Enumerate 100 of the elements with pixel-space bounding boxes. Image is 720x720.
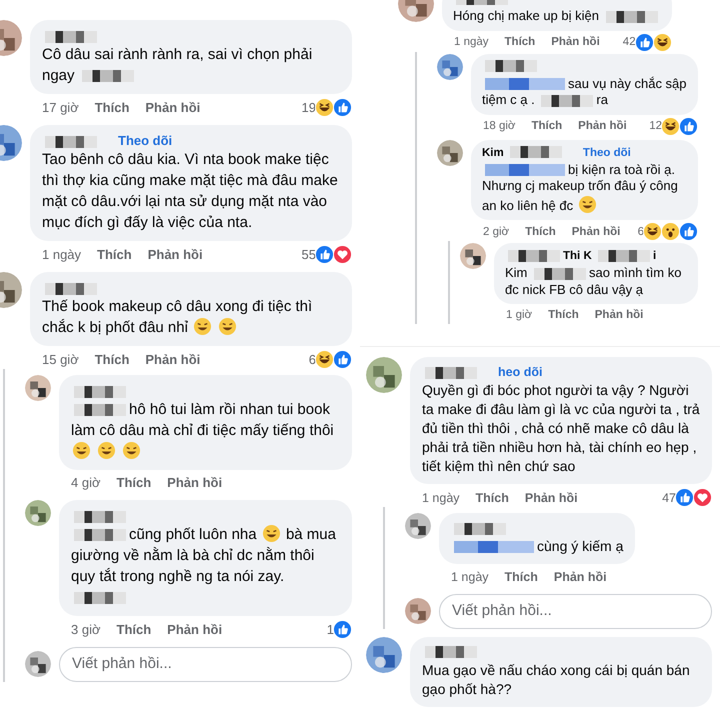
follow-link[interactable]: Theo dõi <box>118 132 172 149</box>
timestamp: 1 ngày <box>451 569 489 586</box>
like-icon <box>634 32 654 52</box>
like-link[interactable]: Thích <box>97 246 132 264</box>
like-link[interactable]: Thích <box>548 306 579 324</box>
blurred-text <box>606 10 658 23</box>
avatar <box>437 54 463 80</box>
surprised-icon <box>661 222 680 241</box>
reply-link[interactable]: Phản hồi <box>148 246 203 264</box>
like-icon <box>315 245 334 264</box>
like-icon <box>333 98 352 117</box>
like-link[interactable]: Thích <box>116 620 152 638</box>
emoji-icon <box>262 524 281 543</box>
reaction-count: 1 <box>326 620 334 638</box>
avatar <box>460 243 486 269</box>
reply-link[interactable]: Phản hồi <box>594 306 644 324</box>
reply-link[interactable]: Phản hồi <box>524 488 578 506</box>
like-icon <box>675 488 694 507</box>
like-icon <box>679 222 698 241</box>
reply-link[interactable]: Phản hồi <box>578 117 627 135</box>
reply-link[interactable]: Phản hồi <box>554 568 607 586</box>
comment-text: bị kiện ra toà rồi ạ. Nhưng cj makeup trốn đâu ý công an ko liên hệ đc <box>482 162 679 214</box>
timestamp: 1 ngày <box>422 490 460 506</box>
reply-link[interactable]: Phản hồi <box>167 620 222 638</box>
laughing-icon <box>643 222 662 241</box>
timestamp: 1 ngày <box>454 35 489 50</box>
blurred-text <box>510 146 562 158</box>
avatar <box>366 636 402 672</box>
like-link[interactable]: Thích <box>504 33 536 51</box>
reaction-count: 6 <box>638 224 644 240</box>
blurred-text <box>45 136 97 148</box>
reaction-count: 47 <box>662 490 676 506</box>
reply-field[interactable]: Viết phản hồi... <box>59 647 352 682</box>
emoji-icon <box>122 441 142 460</box>
timestamp: 4 giờ <box>71 474 100 492</box>
blurred-text <box>74 404 126 416</box>
emoji-icon <box>72 441 91 460</box>
emoji-icon <box>97 441 116 460</box>
follow-link[interactable]: heo dõi <box>498 364 542 381</box>
comment-text: Hóng chị make up bị kiện <box>453 8 661 24</box>
reply-field[interactable]: Viết phản hồi... <box>439 594 712 628</box>
blurred-text <box>74 529 126 542</box>
laughing-icon <box>652 32 672 52</box>
emoji-icon <box>193 317 212 336</box>
like-link[interactable]: Thích <box>116 474 152 492</box>
timestamp: 2 giờ <box>483 224 510 240</box>
blurred-text <box>425 646 477 658</box>
blurred-text <box>74 510 126 523</box>
comment-text: Quyền gì đi bóc phot người ta vậy ? Người ta make đi đâu làm gì là vc của người ta , trả đủ tiền thì thôi , chả có nhẽ make cô dâu là phải trả tiền nhiều hơn hà, tài chính eo hẹp , tiết kiệm thì nên chứ sao <box>422 381 700 476</box>
comment-text: sau vụ này chắc sập tiệm c ạ . ra <box>482 76 687 108</box>
laughing-icon <box>315 98 334 117</box>
timestamp: 1 ngày <box>42 246 82 264</box>
timestamp: 17 giờ <box>42 98 79 116</box>
like-link[interactable]: Thích <box>476 488 509 506</box>
like-link[interactable]: Thích <box>531 117 562 135</box>
blurred-text <box>45 30 97 43</box>
timestamp: 15 giờ <box>42 350 79 368</box>
like-link[interactable]: Thích <box>525 222 556 240</box>
avatar <box>366 357 402 393</box>
blurred-text <box>454 522 506 535</box>
emoji-icon <box>218 317 238 336</box>
avatar <box>25 651 51 678</box>
avatar <box>25 375 51 401</box>
blurred-text <box>508 250 560 262</box>
author-name: Kim <box>482 144 565 162</box>
blurred-text <box>74 386 126 398</box>
timestamp: 3 giờ <box>71 620 100 638</box>
reaction-count: 42 <box>622 35 636 50</box>
follow-link[interactable]: Theo dõi <box>582 144 631 162</box>
laughing-icon <box>315 350 334 369</box>
comment-text: cũng phốt luôn nha bà mua giường về nằm là bà chỉ dc nằm thôi quy tắt trong nghề ng ta nói zay. <box>71 524 340 608</box>
comment-text: Cô dâu sai rành rành ra, sai vì chọn phải ngay <box>42 45 314 86</box>
blurred-text <box>541 94 594 107</box>
avatar <box>437 140 463 166</box>
reply-link[interactable]: Phản hồi <box>145 350 200 368</box>
avatar <box>405 598 431 624</box>
reply-link[interactable]: Phản hồi <box>551 33 600 51</box>
author-name: Thi K i <box>505 248 656 265</box>
like-link[interactable]: Thích <box>94 350 130 368</box>
timestamp: 18 giờ <box>483 119 516 134</box>
blurred-text <box>74 592 126 604</box>
like-link[interactable]: Thích <box>94 98 130 116</box>
comment-text: Mua gạo về nấu cháo xong cái bị quán bán gạo phốt hà?? <box>422 660 691 698</box>
reply-link[interactable]: Phản hồi <box>572 222 620 240</box>
reply-link[interactable]: Phản hồi <box>145 98 200 116</box>
comment-text: Kim sao mình tìm ko đc nick FB cô dâu vậy ạ <box>505 265 682 298</box>
timestamp: 1 giờ <box>506 308 532 323</box>
blurred-text <box>45 282 97 295</box>
reaction-count: 6 <box>308 350 316 368</box>
comment-text: Tao bênh cô dâu kia. Vì nta book make tiệc thì thợ kia cũng make mặt tiệc mà đâu make mặt cô dâu.với lại nta sử dụng mặt nta vào mục đích gì đấy là việc của nta. <box>42 150 339 233</box>
comment-text: hô hô tui làm rồi nhan tui book làm cô dâu mà chỉ đi tiệc mấy tiếng thôi <box>71 399 340 462</box>
like-icon <box>333 620 352 639</box>
like-icon <box>679 116 698 136</box>
like-link[interactable]: Thích <box>504 568 538 586</box>
reply-link[interactable]: Phản hồi <box>167 474 222 492</box>
blurred-text <box>534 268 586 280</box>
reaction-count: 55 <box>302 246 316 264</box>
blurred-text <box>598 250 650 262</box>
comment-text: cùng ý kiếm ạ <box>451 537 624 556</box>
reaction-count: 12 <box>649 119 662 134</box>
